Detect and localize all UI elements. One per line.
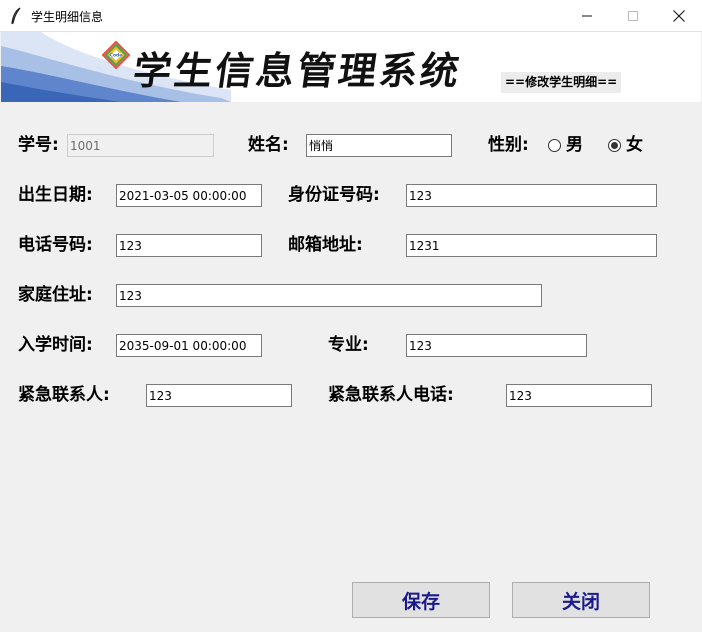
enroll-date-label: 入学时间:: [18, 335, 93, 355]
email-field[interactable]: [406, 234, 657, 257]
close-icon: [673, 10, 685, 22]
enroll-date-field[interactable]: [116, 334, 262, 357]
maximize-icon: [628, 11, 638, 21]
minimize-icon: [582, 15, 592, 17]
system-title: 学生信息管理系统: [130, 48, 465, 93]
emergency-contact-field[interactable]: [146, 384, 292, 407]
window-title: 学生明细信息: [31, 10, 104, 24]
major-field[interactable]: [406, 334, 587, 357]
title-bar: 学生明细信息: [0, 0, 702, 32]
radio-checked-icon: [608, 138, 621, 152]
name-label: 姓名:: [248, 135, 289, 155]
student-id-label: 学号:: [18, 135, 59, 155]
gender-female-label: 女: [626, 135, 643, 155]
birth-date-field[interactable]: [116, 184, 262, 207]
address-label: 家庭住址:: [18, 285, 93, 305]
feather-icon: [11, 7, 21, 25]
gender-male-label: 男: [566, 135, 583, 155]
radio-unchecked-icon: [548, 138, 561, 152]
gender-female-radio[interactable]: 女: [608, 134, 643, 156]
maximize-button[interactable]: [610, 0, 656, 32]
id-card-label: 身份证号码:: [288, 185, 380, 205]
id-card-field[interactable]: [406, 184, 657, 207]
emergency-phone-label: 紧急联系人电话:: [328, 385, 454, 405]
email-label: 邮箱地址:: [288, 235, 363, 255]
mode-label: ==修改学生明细==: [501, 72, 622, 93]
close-window-button[interactable]: [656, 0, 702, 32]
svg-text:Code: Code: [110, 53, 123, 59]
phone-field[interactable]: [116, 234, 262, 257]
student-id-field: [67, 134, 214, 157]
phone-label: 电话号码:: [18, 235, 93, 255]
header-banner: Code 学生信息管理系统 ==修改学生明细==: [1, 32, 701, 102]
emergency-phone-field[interactable]: [506, 384, 652, 407]
code-logo-icon: Code: [102, 41, 130, 69]
gender-male-radio[interactable]: 男: [548, 134, 583, 156]
gender-label: 性别:: [488, 135, 529, 155]
minimize-button[interactable]: [564, 0, 610, 32]
major-label: 专业:: [328, 335, 369, 355]
emergency-contact-label: 紧急联系人:: [18, 385, 110, 405]
close-button[interactable]: 关闭: [512, 582, 650, 618]
save-button[interactable]: 保存: [352, 582, 490, 618]
name-field[interactable]: [306, 134, 452, 157]
address-field[interactable]: [116, 284, 542, 307]
birth-date-label: 出生日期:: [18, 185, 93, 205]
